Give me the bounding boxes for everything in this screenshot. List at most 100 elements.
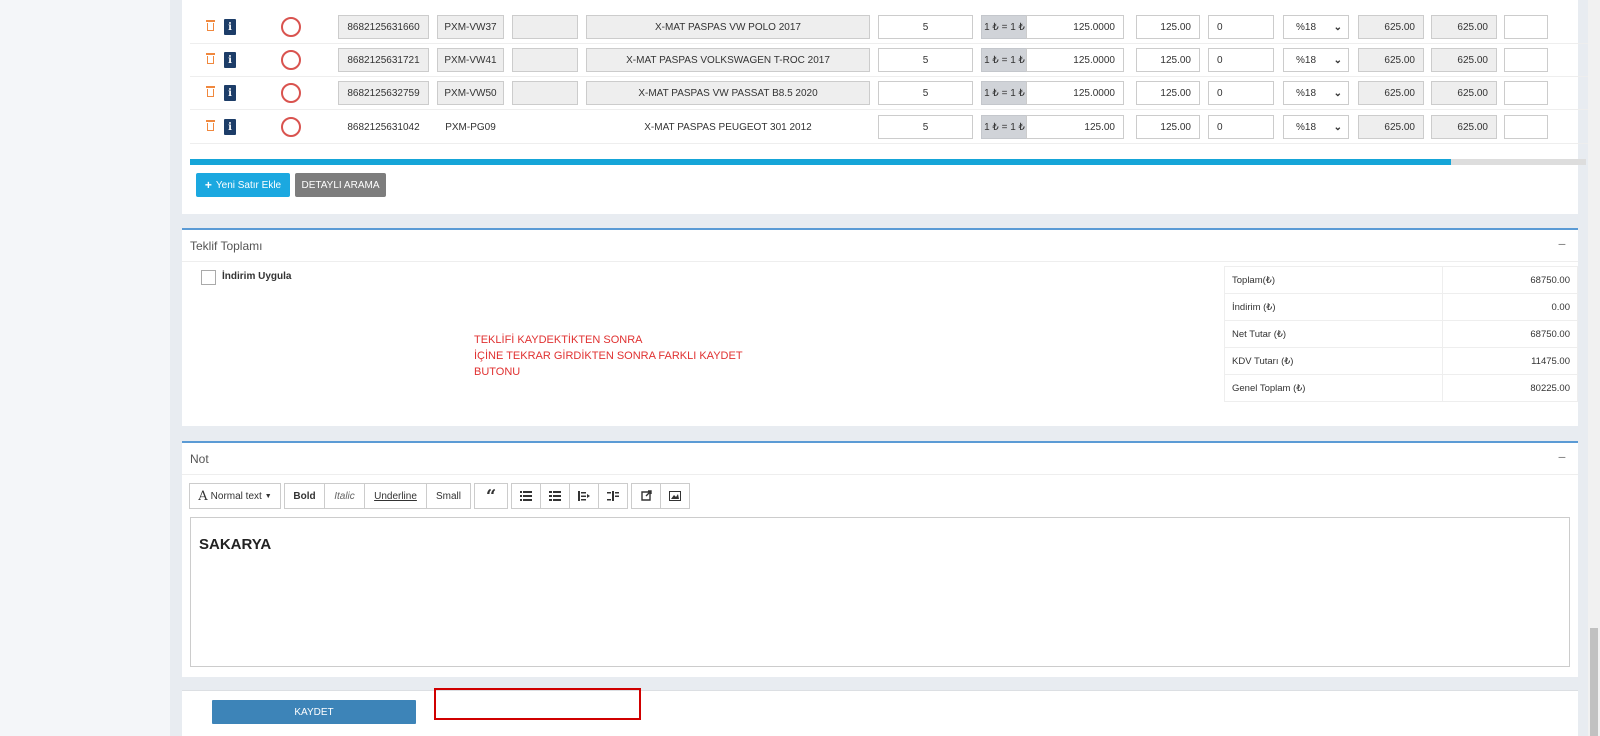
cell-rate[interactable]: 1 ₺ = 1 ₺ [981, 48, 1028, 72]
note-title: Not [190, 451, 209, 466]
note-editor[interactable]: SAKARYA [190, 517, 1570, 667]
cell-empty[interactable] [1504, 115, 1548, 139]
cell-qty[interactable]: 5 [878, 81, 973, 105]
cell-price[interactable]: 125.0000 [1026, 48, 1124, 72]
cell-grand[interactable]: 625.00 [1431, 15, 1497, 39]
cell-qty[interactable]: 5 [878, 115, 973, 139]
totals-row: KDV Tutarı (₺) 11475.00 [1223, 347, 1578, 375]
offer-totals-title: Teklif Toplamı [190, 238, 263, 253]
cell-price[interactable]: 125.0000 [1026, 81, 1124, 105]
page-scrollbar[interactable] [1588, 0, 1600, 736]
cell-empty[interactable] [1504, 81, 1548, 105]
cell-name: X-MAT PASPAS PEUGEOT 301 2012 [644, 121, 812, 133]
trash-icon[interactable] [206, 120, 215, 131]
italic-button[interactable]: Italic [324, 483, 365, 509]
trash-icon[interactable] [206, 86, 215, 97]
cell-grand[interactable]: 625.00 [1431, 115, 1497, 139]
cell-total[interactable]: 625.00 [1358, 115, 1424, 139]
vat-value: %18 [1296, 54, 1317, 66]
cell-unit-total[interactable]: 125.00 [1136, 48, 1200, 72]
collapse-icon[interactable]: − [1558, 236, 1566, 252]
trash-icon[interactable] [206, 53, 215, 64]
cell-unit-total[interactable]: 125.00 [1136, 115, 1200, 139]
link-button[interactable] [631, 483, 661, 509]
vat-value: %18 [1296, 121, 1317, 133]
chevron-down-icon: ⌄ [1333, 54, 1342, 66]
outdent-button[interactable] [569, 483, 599, 509]
cell-price[interactable]: 125.0000 [1026, 15, 1124, 39]
vat-select[interactable]: %18 ⌄ [1283, 81, 1349, 105]
detailed-search-button[interactable]: DETAYLI ARAMA [295, 173, 386, 197]
cell-code[interactable]: PXM-VW37 [437, 15, 504, 39]
vat-select[interactable]: %18 ⌄ [1283, 115, 1349, 139]
status-circle-icon[interactable] [281, 117, 301, 137]
cell-name[interactable]: X-MAT PASPAS VW PASSAT B8.5 2020 [586, 81, 870, 105]
cell-empty[interactable] [512, 15, 578, 39]
annotation-highlight-box [434, 688, 641, 720]
table-scroll-thumb[interactable] [190, 159, 1451, 165]
status-circle-icon[interactable] [281, 50, 301, 70]
cell-price[interactable]: 125.00 [1026, 115, 1124, 139]
cell-barcode[interactable]: 8682125631660 [338, 15, 429, 39]
cell-name[interactable]: X-MAT PASPAS VOLKSWAGEN T-ROC 2017 [586, 48, 870, 72]
underline-button[interactable]: Underline [364, 483, 427, 509]
indent-button[interactable] [598, 483, 628, 509]
save-button[interactable]: KAYDET [212, 700, 416, 724]
detailed-search-label: DETAYLI ARAMA [301, 179, 380, 191]
table-horizontal-scrollbar[interactable] [190, 159, 1586, 165]
vat-select[interactable]: %18 ⌄ [1283, 15, 1349, 39]
plus-icon: + [204, 178, 212, 192]
cell-grand[interactable]: 625.00 [1431, 81, 1497, 105]
cell-discount[interactable]: 0 [1208, 81, 1274, 105]
info-icon[interactable]: i [224, 52, 236, 68]
cell-discount[interactable]: 0 [1208, 115, 1274, 139]
cell-discount[interactable]: 0 [1208, 48, 1274, 72]
cell-grand[interactable]: 625.00 [1431, 48, 1497, 72]
trash-icon[interactable] [206, 20, 215, 31]
cell-empty[interactable] [1504, 48, 1548, 72]
chevron-down-icon: ⌄ [1333, 121, 1342, 133]
cell-empty[interactable] [1504, 15, 1548, 39]
cell-empty[interactable] [512, 48, 578, 72]
cell-rate[interactable]: 1 ₺ = 1 ₺ [981, 115, 1028, 139]
cell-discount[interactable]: 0 [1208, 15, 1274, 39]
cell-total[interactable]: 625.00 [1358, 48, 1424, 72]
vat-value: %18 [1296, 87, 1317, 99]
cell-total[interactable]: 625.00 [1358, 81, 1424, 105]
cell-name[interactable]: X-MAT PASPAS VW POLO 2017 [586, 15, 870, 39]
totals-row: Toplam(₺) 68750.00 [1223, 266, 1578, 294]
info-icon[interactable]: i [224, 119, 236, 135]
cell-barcode[interactable]: 8682125631721 [338, 48, 429, 72]
note-header: Not [182, 443, 1578, 475]
cell-qty[interactable]: 5 [878, 15, 973, 39]
cell-code[interactable]: PXM-VW41 [437, 48, 504, 72]
cell-unit-total[interactable]: 125.00 [1136, 15, 1200, 39]
insert-image-button[interactable] [660, 483, 690, 509]
page-scroll-thumb[interactable] [1590, 628, 1598, 736]
collapse-icon[interactable]: − [1558, 449, 1566, 465]
cell-rate[interactable]: 1 ₺ = 1 ₺ [981, 81, 1028, 105]
font-style-dropdown[interactable]: A Normal text ▼ [189, 483, 281, 509]
info-icon[interactable]: i [224, 19, 236, 35]
quote-button[interactable]: “ [474, 483, 508, 509]
status-circle-icon[interactable] [281, 83, 301, 103]
status-circle-icon[interactable] [281, 17, 301, 37]
add-row-button[interactable]: + Yeni Satır Ekle [196, 173, 290, 197]
cell-empty[interactable] [512, 81, 578, 105]
ordered-list-button[interactable] [540, 483, 570, 509]
cell-barcode[interactable]: 8682125632759 [338, 81, 429, 105]
cell-rate[interactable]: 1 ₺ = 1 ₺ [981, 15, 1028, 39]
cell-total[interactable]: 625.00 [1358, 15, 1424, 39]
cell-code: PXM-PG09 [445, 121, 496, 133]
info-icon[interactable]: i [224, 85, 236, 101]
unordered-list-button[interactable] [511, 483, 541, 509]
cell-code[interactable]: PXM-VW50 [437, 81, 504, 105]
vat-select[interactable]: %18 ⌄ [1283, 48, 1349, 72]
ordered-list-icon [549, 491, 561, 501]
cell-qty[interactable]: 5 [878, 48, 973, 72]
small-button[interactable]: Small [426, 483, 471, 509]
bold-button[interactable]: Bold [284, 483, 325, 509]
totals-value: 0.00 [1442, 293, 1578, 321]
cell-unit-total[interactable]: 125.00 [1136, 81, 1200, 105]
apply-discount-checkbox[interactable] [201, 270, 216, 285]
